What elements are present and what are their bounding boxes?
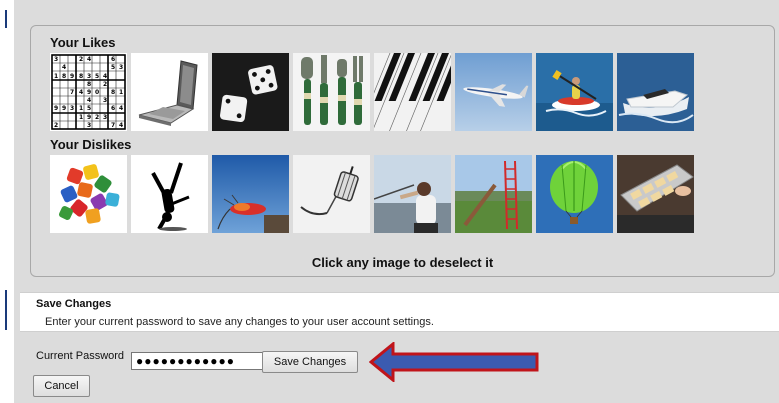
svg-text:3: 3 [103,114,107,121]
like-image-dice[interactable] [212,53,289,131]
svg-text:7: 7 [111,122,115,129]
like-image-speedboat[interactable] [617,53,694,131]
svg-text:3: 3 [87,122,91,129]
dislike-image-ladder[interactable] [455,155,532,233]
save-section-title: Save Changes [36,298,112,310]
lantern-hook-icon [293,155,370,233]
dice-icon [212,53,289,131]
svg-text:8: 8 [87,81,91,88]
preferences-panel: Your Likes 3246 4 5 3 1 8 9 8 3 5 4 8 2 … [30,25,775,277]
svg-text:9: 9 [87,114,91,121]
window-left-edge [0,0,14,403]
fishing-fly-icon [212,155,289,233]
svg-text:3: 3 [119,64,123,71]
svg-text:5: 5 [111,64,115,71]
svg-text:5: 5 [87,105,91,112]
current-password-label: Current Password [36,350,125,362]
like-image-garden-tools[interactable] [293,53,370,131]
speedboat-icon [617,53,694,131]
breakdancer-silhouette-icon [131,155,208,233]
svg-text:2: 2 [54,122,58,129]
svg-text:6: 6 [111,56,115,63]
svg-text:4: 4 [119,122,123,129]
like-image-sudoku[interactable]: 3246 453 1898354 82 749081 43 9931564 19… [50,53,127,131]
svg-text:3: 3 [87,73,91,80]
svg-text:1: 1 [54,73,58,80]
dislike-image-lantern[interactable] [293,155,370,233]
edge-mark [5,290,7,330]
svg-text:1: 1 [79,114,83,121]
svg-text:2: 2 [79,56,83,63]
svg-text:6: 6 [111,105,115,112]
like-image-airplane[interactable] [455,53,532,131]
kayaker-icon [536,53,613,131]
svg-text:2: 2 [103,81,107,88]
svg-text:9: 9 [87,89,91,96]
edge-mark [5,10,7,28]
svg-text:4: 4 [87,97,91,104]
svg-text:4: 4 [62,64,66,71]
svg-text:3: 3 [103,97,107,104]
svg-text:8: 8 [62,73,66,80]
like-image-piano[interactable] [374,53,451,131]
dislikes-title: Your Dislikes [50,137,132,152]
dislike-image-baking-tray[interactable] [617,155,694,233]
like-image-kayaker[interactable] [536,53,613,131]
cancel-button[interactable]: Cancel [33,375,90,397]
garden-tools-icon [293,53,370,131]
likes-title: Your Likes [50,35,116,50]
svg-text:1: 1 [119,89,123,96]
svg-text:3: 3 [70,105,74,112]
svg-text:2: 2 [95,114,99,121]
person-fishing-icon [374,155,451,233]
airplane-icon [455,53,532,131]
svg-text:7: 7 [70,89,74,96]
dislike-image-balloon[interactable] [536,155,613,233]
svg-text:3: 3 [54,56,58,63]
svg-text:9: 9 [54,105,58,112]
hot-air-balloon-icon [536,155,613,233]
svg-text:8: 8 [111,89,115,96]
dislike-image-person-fishing[interactable] [374,155,451,233]
save-changes-section: Save Changes Enter your current password… [20,292,779,332]
dislike-image-fishing-fly[interactable] [212,155,289,233]
svg-text:8: 8 [79,73,83,80]
puzzle-pieces-icon [50,155,127,233]
red-ladder-icon [455,155,532,233]
pointer-arrow-icon [369,342,539,382]
svg-text:0: 0 [95,89,99,96]
svg-text:1: 1 [79,105,83,112]
svg-text:5: 5 [95,73,99,80]
current-password-input[interactable]: ●●●●●●●●●●●● [131,352,265,370]
dislike-image-puzzle[interactable] [50,155,127,233]
svg-text:9: 9 [70,73,74,80]
sudoku-puzzle-icon: 3246 453 1898354 82 749081 43 9931564 19… [50,53,127,131]
baking-tray-icon [617,155,694,233]
settings-frame: Your Likes 3246 4 5 3 1 8 9 8 3 5 4 8 2 … [14,0,779,403]
laptop-icon [131,53,208,131]
save-changes-button[interactable]: Save Changes [262,351,358,373]
svg-text:4: 4 [103,73,107,80]
svg-text:9: 9 [62,105,66,112]
svg-text:4: 4 [87,56,91,63]
like-image-laptop[interactable] [131,53,208,131]
svg-text:4: 4 [79,89,83,96]
dislike-image-breakdancer[interactable] [131,155,208,233]
piano-keys-icon [374,53,451,131]
deselect-hint: Click any image to deselect it [311,255,494,270]
svg-text:4: 4 [119,105,123,112]
save-section-description: Enter your current password to save any … [45,316,434,328]
